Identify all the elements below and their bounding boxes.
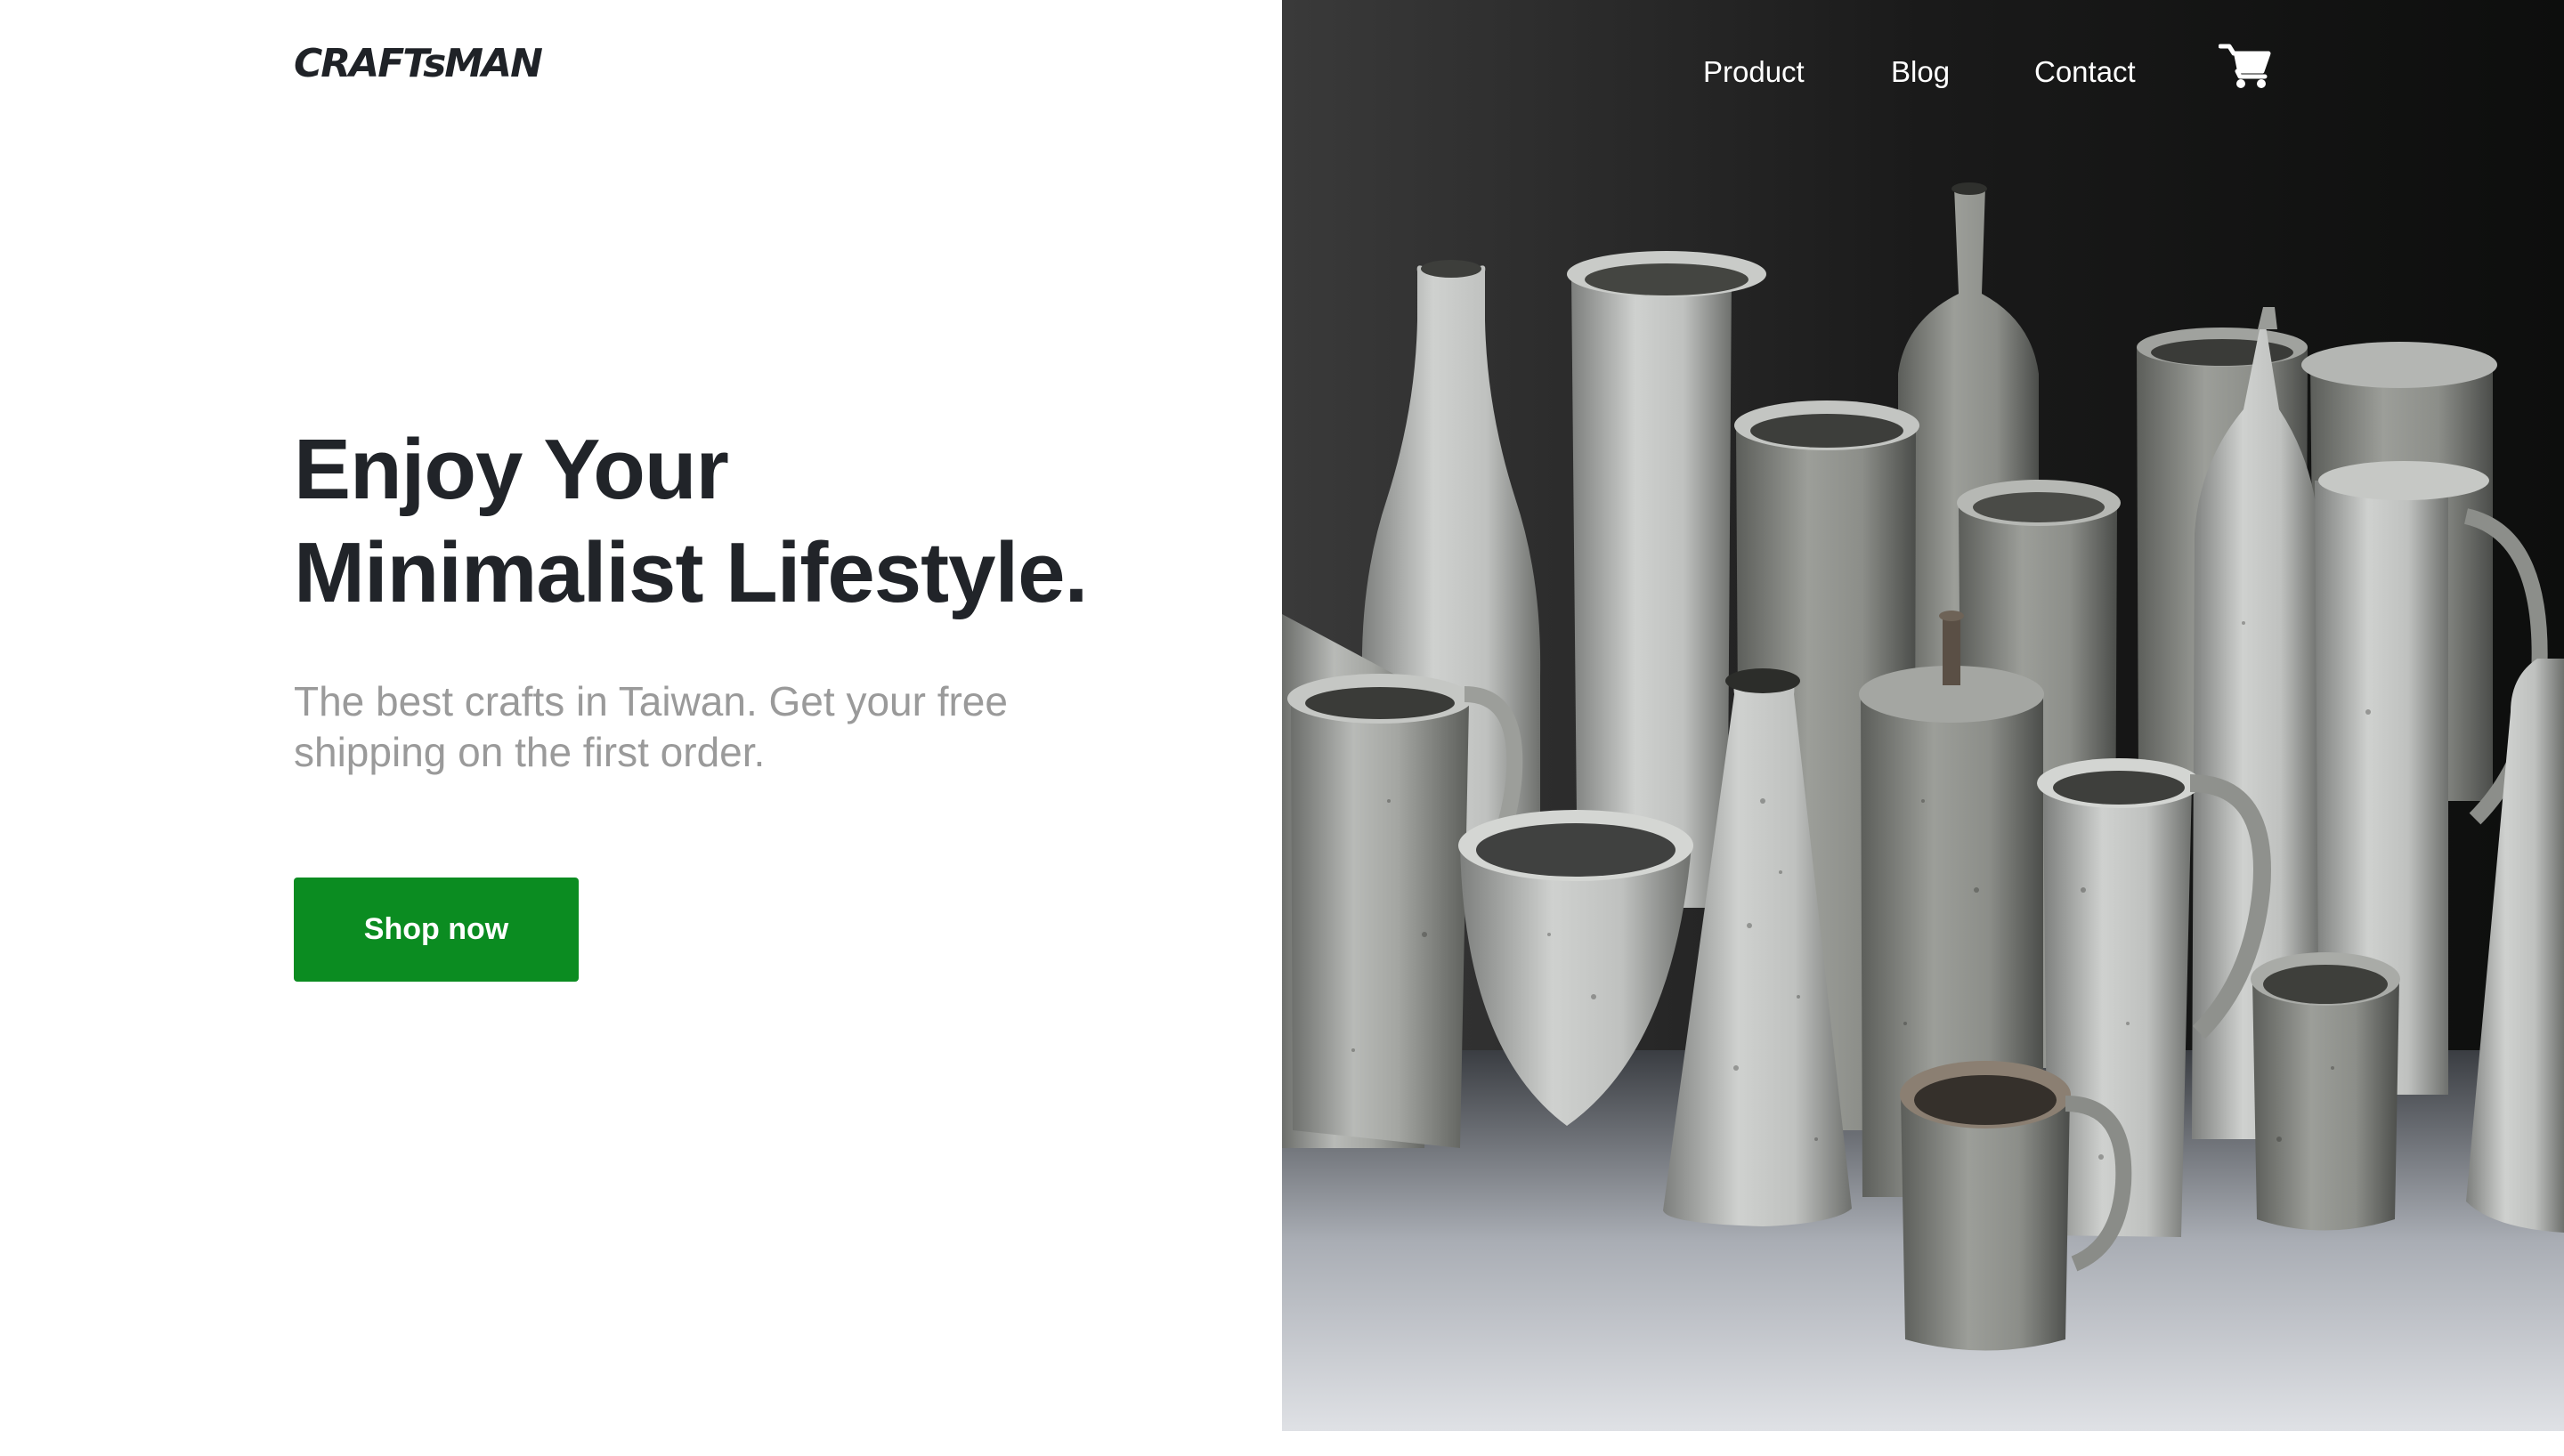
hero-content-panel: CRAFTsMAN Enjoy Your Minimalist Lifestyl…	[0, 0, 1282, 1431]
brand-logo[interactable]: CRAFTsMAN	[294, 39, 543, 89]
hero-subtext: The best crafts in Taiwan. Get your free…	[294, 676, 1095, 778]
headline-line-1: Enjoy Your	[294, 422, 729, 517]
hero-headline: Enjoy Your Minimalist Lifestyle.	[294, 418, 1237, 625]
subtext-line-2: shipping on the first order.	[294, 729, 766, 775]
headline-line-2: Minimalist Lifestyle.	[294, 525, 1088, 620]
ceramics-photo	[1282, 0, 2564, 1431]
landing-page: CRAFTsMAN Enjoy Your Minimalist Lifestyl…	[0, 0, 2564, 1456]
shop-now-button[interactable]: Shop now	[294, 878, 579, 982]
nav-item-contact[interactable]: Contact	[2034, 50, 2136, 94]
logo-text: CRAFTsMAN	[294, 41, 543, 86]
subtext-line-1: The best crafts in Taiwan. Get your free	[294, 678, 1008, 724]
nav-item-product[interactable]: Product	[1703, 50, 1805, 94]
nav-item-blog[interactable]: Blog	[1891, 50, 1950, 94]
main-nav: Product Blog Contact	[1282, 44, 2564, 103]
hero-image-panel: Product Blog Contact	[1282, 0, 2564, 1431]
shopping-cart-icon[interactable]	[2218, 43, 2272, 91]
